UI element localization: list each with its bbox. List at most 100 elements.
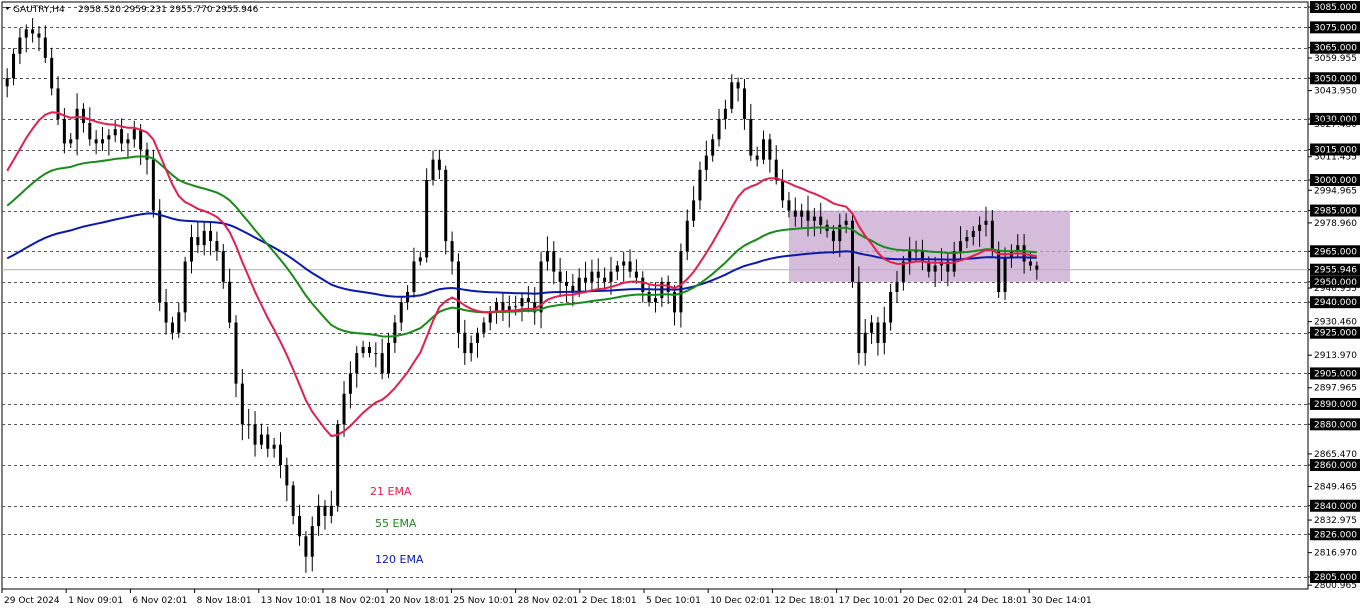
candle-body — [342, 393, 346, 425]
candle-body — [863, 332, 867, 354]
candle-body — [545, 251, 549, 262]
price-level-label: 3075.000 — [1314, 23, 1357, 33]
candle-body — [50, 57, 54, 89]
candle-body — [221, 251, 225, 282]
candle-body — [742, 88, 746, 119]
price-tick-label: 2930.460 — [1314, 318, 1357, 328]
ema-legend: 21 EMA 55 EMA 120 EMA — [370, 485, 424, 566]
price-level-label: 2965.000 — [1314, 247, 1357, 257]
candle-body — [209, 230, 213, 242]
price-level-label: 2860.000 — [1314, 461, 1357, 471]
candle-body — [965, 237, 969, 242]
candle-body — [456, 261, 460, 333]
candle-body — [361, 346, 365, 354]
candle-body — [247, 424, 251, 426]
candle-body — [12, 53, 16, 79]
candle-body — [812, 216, 816, 221]
candle-body — [399, 302, 403, 323]
candle-body — [590, 271, 594, 282]
candle-body — [806, 210, 810, 221]
candle-body — [88, 123, 92, 140]
price-tick-label: 3011.455 — [1314, 153, 1357, 163]
candle-body — [37, 33, 41, 38]
candle-body — [1028, 261, 1032, 266]
price-tick-label: 2832.975 — [1314, 516, 1357, 526]
candle-body — [774, 159, 778, 181]
price-level-label: 2890.000 — [1314, 400, 1357, 410]
price-level-label: 2905.000 — [1314, 369, 1357, 379]
candle-body — [259, 434, 263, 445]
candle-body — [978, 224, 982, 231]
time-tick-label: 1 Nov 09:01 — [68, 596, 123, 606]
price-tick-label: 2865.470 — [1314, 450, 1357, 460]
candle-body — [18, 37, 22, 54]
price-level-label: 3050.000 — [1314, 74, 1357, 84]
dropdown-triangle-icon[interactable] — [5, 7, 10, 10]
price-tick-label: 2816.970 — [1314, 549, 1357, 559]
legend-entry: 21 EMA — [370, 485, 412, 498]
candle-body — [304, 536, 308, 557]
candle-body — [971, 230, 975, 238]
candle-body — [787, 200, 791, 211]
candle-body — [698, 169, 702, 201]
time-tick-label: 5 Dec 10:01 — [646, 596, 701, 606]
symbol-label: GAUTRY,H4 — [13, 5, 65, 15]
candle-body — [158, 210, 162, 303]
candle-body — [310, 526, 314, 557]
candle-body — [831, 230, 835, 242]
time-tick-label: 29 Oct 2024 — [4, 596, 60, 606]
candle-body — [139, 129, 143, 150]
candle-body — [444, 169, 448, 242]
candle-body — [717, 118, 721, 140]
price-tick-label: 2897.965 — [1314, 384, 1357, 394]
candle-body — [298, 515, 302, 537]
candle-body — [736, 82, 740, 89]
price-chart[interactable]: 3085.000 3075.000 3065.0003059.955 3050.000… — [0, 0, 1362, 611]
candle-body — [615, 265, 619, 272]
legend-entry: 55 EMA — [375, 517, 417, 530]
candle-body — [704, 155, 708, 170]
time-tick-label: 30 Dec 14:01 — [1031, 596, 1092, 606]
time-tick-label: 20 Dec 02:01 — [903, 596, 964, 606]
candle-body — [755, 155, 759, 160]
candle-body — [609, 271, 613, 282]
candle-body — [723, 108, 727, 119]
time-tick-label: 24 Dec 18:01 — [967, 596, 1028, 606]
candle-body — [870, 322, 874, 333]
candle-body — [564, 281, 568, 286]
time-tick-label: 10 Dec 02:01 — [710, 596, 771, 606]
candle-body — [101, 139, 105, 144]
candle-body — [628, 261, 632, 272]
candle-body — [882, 322, 886, 343]
candle-body — [367, 346, 371, 354]
candle-body — [5, 78, 9, 87]
candle-body — [584, 277, 588, 282]
candle-body — [317, 505, 321, 527]
candle-body — [781, 180, 785, 201]
candle-body — [81, 108, 85, 124]
time-tick-label: 12 Dec 18:01 — [774, 596, 835, 606]
candle-body — [762, 139, 766, 160]
candle-body — [425, 180, 429, 258]
candle-body — [107, 135, 111, 140]
time-tick-label: 25 Nov 10:01 — [453, 596, 514, 606]
price-tick-label: 2800.965 — [1314, 581, 1357, 591]
price-level-label: 2955.946 — [1314, 266, 1357, 276]
candle-body — [768, 139, 772, 160]
candle-body — [69, 139, 73, 144]
time-axis: 29 Oct 2024 1 Nov 09:01 6 Nov 02:01 8 Nov 1… — [1, 589, 1092, 606]
candle-body — [463, 332, 467, 354]
candle-body — [990, 220, 994, 252]
candle-body — [711, 139, 715, 156]
candle-body — [730, 82, 734, 109]
price-tick-label: 2849.465 — [1314, 482, 1357, 492]
time-tick-label: 18 Nov 02:01 — [325, 596, 386, 606]
candle-body — [323, 505, 327, 516]
candle-body — [202, 230, 206, 246]
price-level-label: 2925.000 — [1314, 329, 1357, 339]
candle-body — [348, 373, 352, 394]
ohlc-values: 2958.520 2959.231 2955.770 2955.946 — [78, 5, 259, 15]
candle-body — [844, 220, 848, 225]
candle-body — [189, 237, 193, 262]
candle-body — [520, 298, 524, 307]
